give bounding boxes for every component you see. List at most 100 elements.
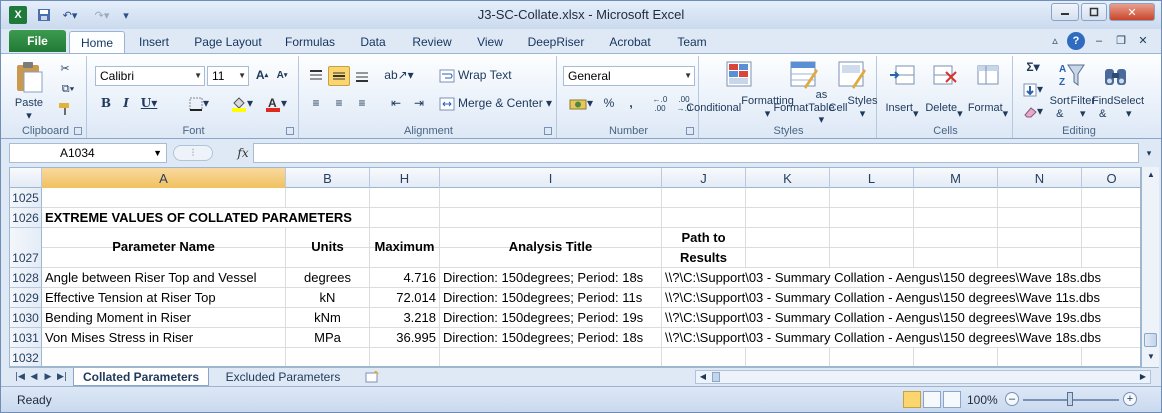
sort-filter-button[interactable]: Sort & Filter ▾ bbox=[1049, 94, 1095, 122]
cell-a1025[interactable] bbox=[42, 188, 286, 208]
normal-view-icon[interactable] bbox=[903, 391, 921, 408]
tab-deepriser[interactable]: DeepRiser bbox=[523, 31, 589, 53]
cell-h1032[interactable] bbox=[370, 348, 440, 366]
zoom-slider-thumb[interactable] bbox=[1067, 392, 1073, 406]
sheet-tab-excluded-parameters[interactable]: Excluded Parameters bbox=[213, 368, 353, 386]
vertical-scrollbar[interactable]: ▲ ▼ bbox=[1141, 167, 1159, 367]
column-header-k[interactable]: K bbox=[746, 168, 830, 188]
tab-acrobat[interactable]: Acrobat bbox=[601, 31, 659, 53]
align-center-icon[interactable]: ≡ bbox=[328, 94, 350, 114]
zoom-level[interactable]: 100% bbox=[967, 393, 998, 407]
bold-icon[interactable]: B bbox=[97, 94, 115, 114]
table-row-units[interactable]: MPa bbox=[286, 328, 370, 348]
cell-i1025[interactable] bbox=[440, 188, 662, 208]
cell-n1027[interactable] bbox=[998, 228, 1082, 268]
cell-b1025[interactable] bbox=[286, 188, 370, 208]
workbook-close-icon[interactable]: ✕ bbox=[1135, 33, 1151, 49]
cell-o1025[interactable] bbox=[1082, 188, 1140, 208]
cell-l1032[interactable] bbox=[830, 348, 914, 366]
column-header-n[interactable]: N bbox=[998, 168, 1082, 188]
tab-insert[interactable]: Insert bbox=[129, 31, 179, 53]
tab-data[interactable]: Data bbox=[353, 31, 393, 53]
number-launcher-icon[interactable] bbox=[686, 127, 694, 135]
align-right-icon[interactable]: ≡ bbox=[351, 94, 373, 114]
vertical-scroll-thumb[interactable] bbox=[1144, 333, 1157, 347]
scroll-up-icon[interactable]: ▲ bbox=[1143, 167, 1159, 183]
column-header-i[interactable]: I bbox=[440, 168, 662, 188]
number-format-combo[interactable]: General ▼ bbox=[563, 66, 695, 86]
cell-i1026[interactable] bbox=[440, 208, 662, 228]
tab-page-layout[interactable]: Page Layout bbox=[189, 31, 267, 53]
header-path-to-results[interactable]: Path to Results bbox=[662, 228, 746, 268]
format-cells-button[interactable]: Format ▾ bbox=[967, 94, 1009, 122]
table-row-path[interactable]: \\?\C:\Support\03 - Summary Collation - … bbox=[662, 288, 1140, 308]
insert-function-icon[interactable]: fx bbox=[233, 143, 253, 163]
horizontal-scrollbar[interactable]: ◀ ▶ bbox=[695, 370, 1151, 384]
table-row-param[interactable]: Bending Moment in Riser bbox=[42, 308, 286, 328]
alignment-launcher-icon[interactable] bbox=[544, 127, 552, 135]
table-row-analysis[interactable]: Direction: 150degrees; Period: 19s bbox=[440, 308, 662, 328]
workbook-minimize-icon[interactable]: – bbox=[1091, 33, 1107, 49]
cut-icon[interactable]: ✂ bbox=[55, 60, 75, 78]
cell-o1032[interactable] bbox=[1082, 348, 1140, 366]
cell-l1025[interactable] bbox=[830, 188, 914, 208]
column-header-j[interactable]: J bbox=[662, 168, 746, 188]
zoom-in-icon[interactable]: + bbox=[1123, 392, 1137, 406]
top-align-icon[interactable] bbox=[305, 66, 327, 86]
table-row-analysis[interactable]: Direction: 150degrees; Period: 11s bbox=[440, 288, 662, 308]
scroll-left-icon[interactable]: ◀ bbox=[696, 371, 710, 383]
column-header-m[interactable]: M bbox=[914, 168, 998, 188]
cell-j1032[interactable] bbox=[662, 348, 746, 366]
fill-color-icon[interactable]: ▾ bbox=[227, 94, 257, 114]
last-sheet-icon[interactable]: ▶| bbox=[55, 370, 69, 384]
column-header-l[interactable]: L bbox=[830, 168, 914, 188]
copy-icon[interactable]: ⧉▾ bbox=[55, 80, 81, 98]
cell-n1025[interactable] bbox=[998, 188, 1082, 208]
insert-cells-icon[interactable] bbox=[885, 58, 919, 92]
cell-n1032[interactable] bbox=[998, 348, 1082, 366]
table-row-maximum[interactable]: 3.218 bbox=[370, 308, 440, 328]
cell-l1027[interactable] bbox=[830, 228, 914, 268]
tab-review[interactable]: Review bbox=[405, 31, 459, 53]
cell-o1027[interactable] bbox=[1082, 228, 1140, 268]
italic-icon[interactable]: I bbox=[117, 94, 135, 114]
table-row-path[interactable]: \\?\C:\Support\03 - Summary Collation - … bbox=[662, 268, 1140, 288]
cell-k1032[interactable] bbox=[746, 348, 830, 366]
align-left-icon[interactable]: ≡ bbox=[305, 94, 327, 114]
formula-bar-resize-icon[interactable]: ⁝ bbox=[173, 145, 213, 161]
cell-k1025[interactable] bbox=[746, 188, 830, 208]
cell-h1025[interactable] bbox=[370, 188, 440, 208]
orientation-icon[interactable]: ab↗▾ bbox=[384, 66, 413, 86]
column-header-o[interactable]: O bbox=[1082, 168, 1140, 188]
cell-m1027[interactable] bbox=[914, 228, 998, 268]
row-header-1027[interactable]: 1027 bbox=[10, 228, 42, 268]
table-row-param[interactable]: Angle between Riser Top and Vessel bbox=[42, 268, 286, 288]
cell-a1032[interactable] bbox=[42, 348, 286, 366]
cell-k1027[interactable] bbox=[746, 228, 830, 268]
font-name-combo[interactable]: Calibri ▼ bbox=[95, 66, 205, 86]
cell-h1026[interactable] bbox=[370, 208, 440, 228]
font-launcher-icon[interactable] bbox=[286, 127, 294, 135]
format-cells-icon[interactable] bbox=[971, 58, 1005, 92]
clear-icon[interactable]: ▾ bbox=[1019, 102, 1047, 122]
table-row-maximum[interactable]: 72.014 bbox=[370, 288, 440, 308]
paste-dropdown-icon[interactable]: ▾ bbox=[9, 110, 49, 122]
minimize-button[interactable] bbox=[1051, 3, 1079, 21]
column-header-a[interactable]: A bbox=[42, 168, 286, 188]
sheet-tab-collated-parameters[interactable]: Collated Parameters bbox=[73, 368, 209, 386]
merge-center-button[interactable]: Merge & Center ▾ bbox=[439, 94, 555, 114]
table-row-path[interactable]: \\?\C:\Support\03 - Summary Collation - … bbox=[662, 328, 1140, 348]
worksheet-grid[interactable]: A B H I J K L M N O 1025 1026 1027 1028 … bbox=[9, 167, 1141, 367]
header-analysis-title[interactable]: Analysis Title bbox=[440, 228, 662, 268]
delete-cells-icon[interactable] bbox=[927, 58, 961, 92]
insert-sheet-icon[interactable] bbox=[363, 370, 381, 384]
maximize-button[interactable] bbox=[1081, 3, 1107, 21]
tab-formulas[interactable]: Formulas bbox=[279, 31, 341, 53]
underline-icon[interactable]: U▾ bbox=[137, 94, 161, 114]
table-row-path[interactable]: \\?\C:\Support\03 - Summary Collation - … bbox=[662, 308, 1140, 328]
font-color-icon[interactable]: A ▾ bbox=[261, 94, 291, 114]
row-header-1026[interactable]: 1026 bbox=[10, 208, 42, 228]
autosum-icon[interactable]: Σ▾ bbox=[1019, 58, 1047, 78]
zoom-out-icon[interactable]: – bbox=[1005, 392, 1019, 406]
cell-m1025[interactable] bbox=[914, 188, 998, 208]
